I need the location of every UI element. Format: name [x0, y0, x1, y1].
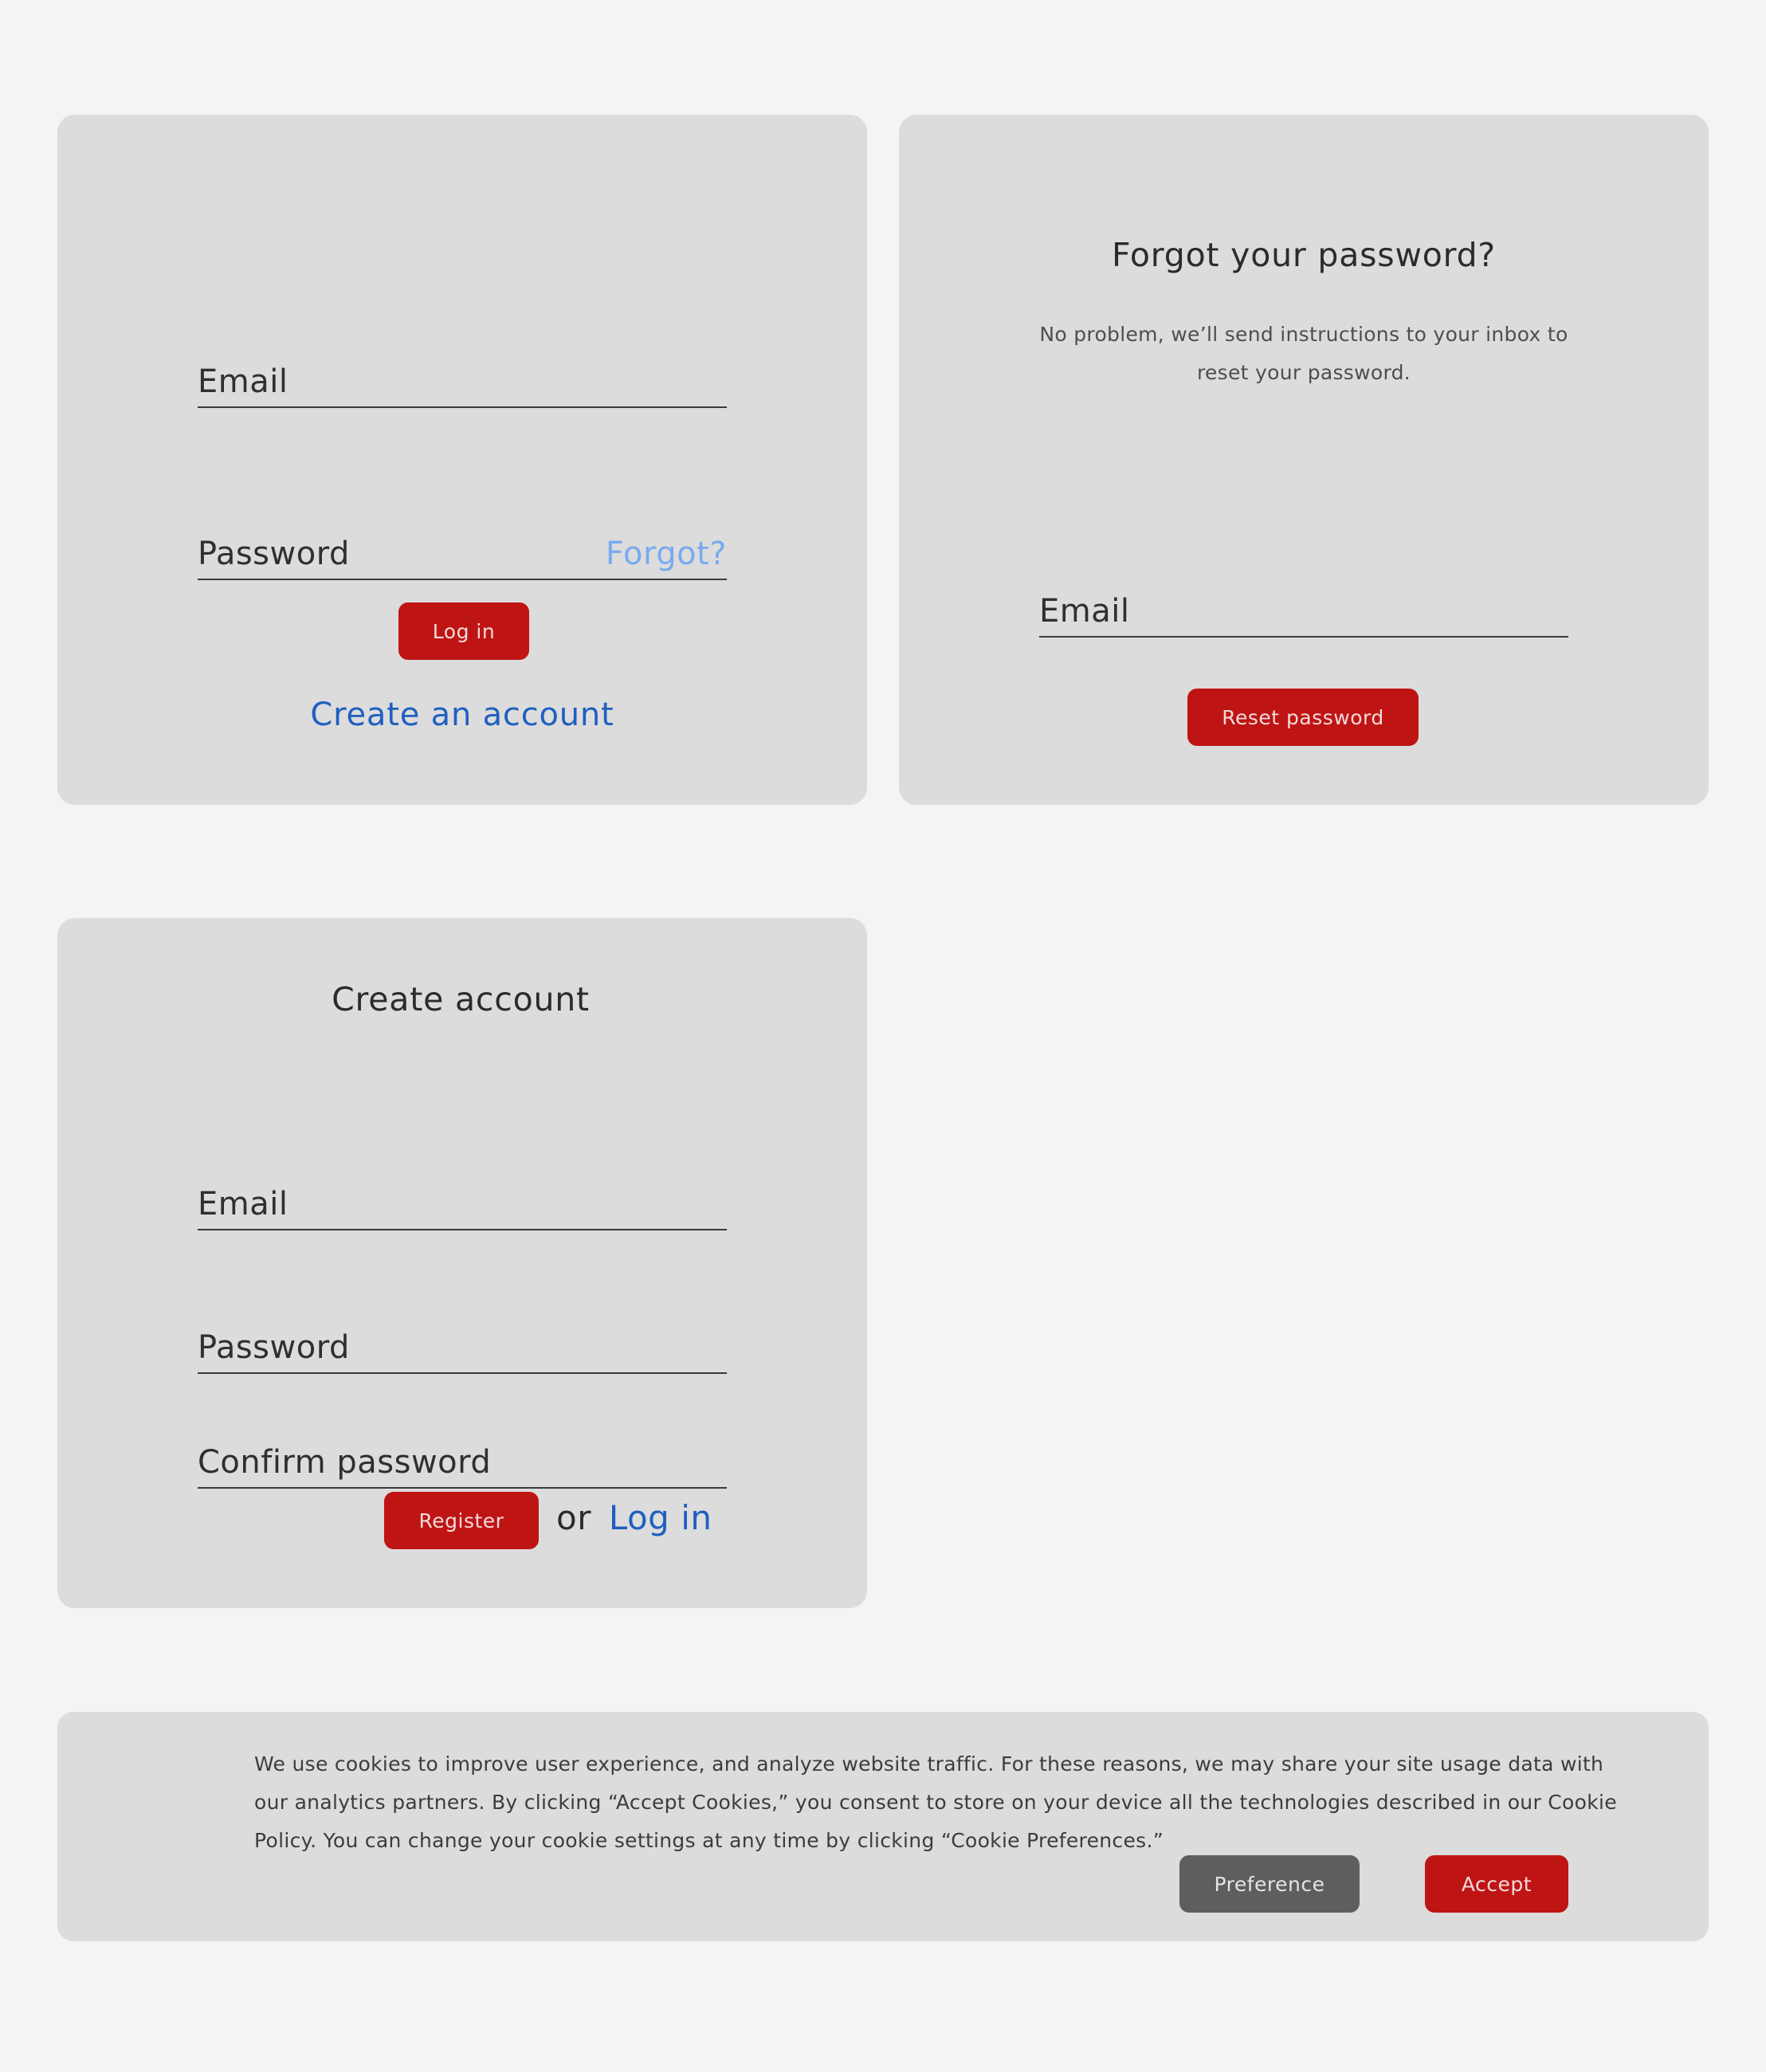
- register-email-field[interactable]: Email: [198, 1176, 727, 1230]
- login-card: Email Password Forgot? Log in Create an …: [57, 115, 867, 805]
- login-password-field[interactable]: Password Forgot?: [198, 526, 727, 580]
- create-account-link[interactable]: Create an account: [57, 697, 867, 733]
- forgot-password-description: No problem, we’ll send instructions to y…: [1039, 323, 1568, 384]
- forgot-password-title: Forgot your password?: [1112, 236, 1496, 274]
- register-password-field[interactable]: Password: [198, 1320, 727, 1374]
- register-confirm-password-placeholder: Confirm password: [198, 1444, 492, 1481]
- forgot-email-field[interactable]: Email: [1039, 583, 1568, 638]
- or-login-row: or Log in: [556, 1498, 712, 1537]
- register-email-placeholder: Email: [198, 1186, 288, 1222]
- login-button[interactable]: Log in: [398, 602, 529, 660]
- cookie-accept-button[interactable]: Accept: [1425, 1855, 1568, 1913]
- login-email-field[interactable]: Email: [198, 354, 727, 408]
- register-button[interactable]: Register: [384, 1492, 539, 1549]
- forgot-email-placeholder: Email: [1039, 593, 1130, 630]
- create-account-card: Create account Email Password Confirm pa…: [57, 918, 867, 1608]
- forgot-password-link[interactable]: Forgot?: [606, 536, 727, 572]
- cookie-message: We use cookies to improve user experienc…: [254, 1752, 1617, 1852]
- register-password-placeholder: Password: [198, 1329, 350, 1366]
- cookie-preference-button[interactable]: Preference: [1179, 1855, 1360, 1913]
- create-account-title: Create account: [332, 980, 590, 1018]
- login-email-placeholder: Email: [198, 363, 288, 400]
- reset-password-button[interactable]: Reset password: [1187, 689, 1419, 746]
- or-text: or: [556, 1498, 591, 1537]
- login-password-placeholder: Password: [198, 536, 350, 572]
- cookie-banner: We use cookies to improve user experienc…: [57, 1712, 1709, 1941]
- forgot-password-card: Forgot your password? No problem, we’ll …: [899, 115, 1709, 805]
- register-confirm-password-field[interactable]: Confirm password: [198, 1434, 727, 1489]
- register-login-link[interactable]: Log in: [609, 1498, 712, 1537]
